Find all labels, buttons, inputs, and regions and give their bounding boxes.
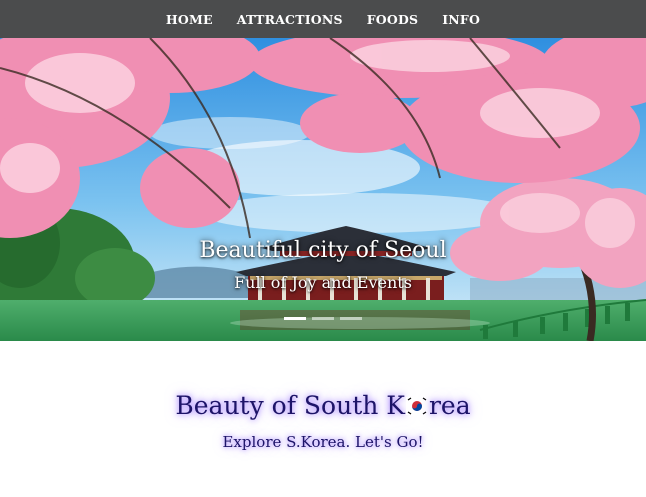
carousel-indicator-1[interactable] bbox=[284, 317, 306, 320]
intro-section: Beauty of South K rea Explore S.Korea. L… bbox=[0, 341, 646, 497]
nav-attractions-link[interactable]: ATTRACTIONS bbox=[237, 12, 343, 27]
hero-caption-subtitle: Full of Joy and Events bbox=[234, 273, 412, 292]
top-navbar: HOME ATTRACTIONS FOODS INFO bbox=[0, 0, 646, 38]
carousel-prev-control[interactable] bbox=[0, 38, 50, 341]
carousel-indicator-3[interactable] bbox=[340, 317, 362, 320]
intro-title: Beauty of South K rea bbox=[0, 391, 646, 420]
nav-info-link[interactable]: INFO bbox=[442, 12, 480, 27]
south-korea-flag-icon bbox=[405, 394, 428, 416]
intro-subtitle: Explore S.Korea. Let's Go! bbox=[222, 433, 424, 451]
hero-caption-title: Beautiful city of Seoul bbox=[199, 238, 447, 263]
intro-title-after: rea bbox=[428, 391, 471, 420]
intro-title-before: Beauty of South K bbox=[175, 391, 405, 420]
carousel-next-control[interactable] bbox=[596, 38, 646, 341]
nav-foods-link[interactable]: FOODS bbox=[367, 12, 419, 27]
hero-carousel: Beautiful city of Seoul Full of Joy and … bbox=[0, 38, 646, 341]
hero-image bbox=[0, 38, 646, 341]
carousel-indicators bbox=[0, 317, 646, 320]
nav-home-link[interactable]: HOME bbox=[166, 12, 213, 27]
carousel-indicator-2[interactable] bbox=[312, 317, 334, 320]
